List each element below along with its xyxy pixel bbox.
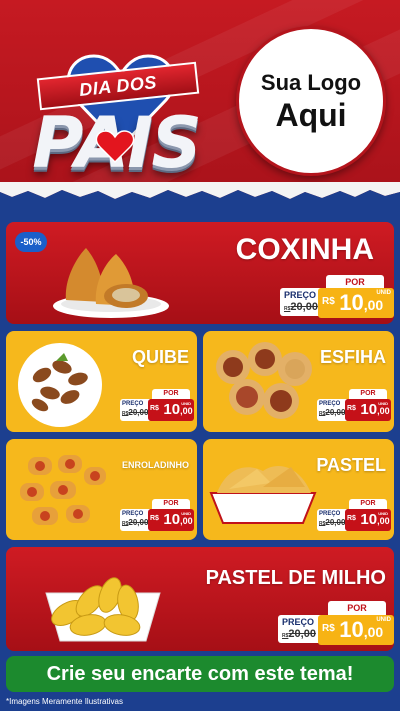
product-name: ENROLADINHO (122, 460, 189, 470)
product-name: COXINHA (235, 233, 374, 266)
por-label: POR (349, 389, 387, 399)
product-card-coxinha[interactable]: -50% COXINHA POR PREÇO R$20,00 R$ 10,00 … (6, 222, 394, 324)
new-price: R$ 10,00 UNID (318, 288, 394, 318)
product-name: ESFIHA (319, 347, 386, 367)
product-card-quibe[interactable]: QUIBE POR PREÇO R$20,00 R$ 10,00 UNID (6, 331, 197, 432)
product-name: PASTEL (316, 455, 386, 475)
new-price: R$ 10,00 UNID (318, 615, 394, 645)
logo-placeholder: Sua Logo Aqui (236, 26, 386, 176)
product-name: PASTEL DE MILHO (205, 567, 386, 589)
new-price: R$ 10,00 UNID (345, 509, 391, 531)
old-price: PREÇO R$20,00 (120, 509, 150, 531)
por-label: POR (152, 499, 190, 509)
new-price: R$ 10,00 UNID (345, 399, 391, 421)
heart-icon (96, 130, 134, 164)
old-price: PREÇO R$20,00 (317, 509, 347, 531)
price-tag: POR PREÇO R$20,00 R$ 10,00 UNID (276, 597, 394, 647)
price-tag: POR PREÇO R$20,00 R$ 10,00 UNID (315, 387, 391, 423)
new-price: R$ 10,00 UNID (148, 399, 194, 421)
por-label: POR (326, 275, 384, 289)
quibe-image (18, 343, 102, 427)
esfiha-image (216, 342, 312, 419)
product-card-esfiha[interactable]: ESFIHA POR PREÇO R$20,00 R$ 10,00 UNID (203, 331, 394, 432)
old-price: PREÇO R$20,00 (120, 399, 150, 421)
price-tag: POR PREÇO R$20,00 R$ 10,00 UNID (278, 272, 394, 320)
product-card-enroladinho[interactable]: ENROLADINHO POR PREÇO R$20,00 R$ 10,00 U… (6, 439, 197, 540)
price-tag: POR PREÇO R$20,00 R$ 10,00 UNID (118, 387, 194, 423)
price-tag: POR PREÇO R$20,00 R$ 10,00 UNID (315, 497, 391, 533)
por-label: POR (349, 499, 387, 509)
pastel-image (209, 466, 317, 524)
product-name: QUIBE (131, 347, 189, 367)
discount-badge: -50% (15, 232, 47, 252)
logo-text-line1: Sua Logo (260, 70, 362, 95)
logo-text-line2: Aqui (275, 97, 347, 133)
coxinha-image (53, 248, 169, 318)
price-tag: POR PREÇO R$20,00 R$ 10,00 UNID (118, 497, 194, 533)
disclaimer-text: *Imagens Meramente Ilustrativas (6, 697, 123, 706)
torn-paper-edge (0, 182, 400, 210)
por-label: POR (152, 389, 190, 399)
cta-banner[interactable]: Crie seu encarte com este tema! (6, 656, 394, 692)
por-label: POR (328, 601, 386, 615)
enroladinho-image (20, 455, 106, 525)
old-price: PREÇO R$20,00 (278, 615, 322, 643)
header-banner: DIA DOS PAIS Sua Logo Aqui (0, 0, 400, 200)
pastel-de-milho-image (45, 577, 161, 642)
old-price: PREÇO R$20,00 (317, 399, 347, 421)
product-card-pastel[interactable]: PASTEL POR PREÇO R$20,00 R$ 10,00 UNID (203, 439, 394, 540)
new-price: R$ 10,00 UNID (148, 509, 194, 531)
product-card-pastel-de-milho[interactable]: PASTEL DE MILHO POR PREÇO R$20,00 R$ 10,… (6, 547, 394, 651)
dia-dos-pais-logo: DIA DOS PAIS (6, 30, 221, 184)
